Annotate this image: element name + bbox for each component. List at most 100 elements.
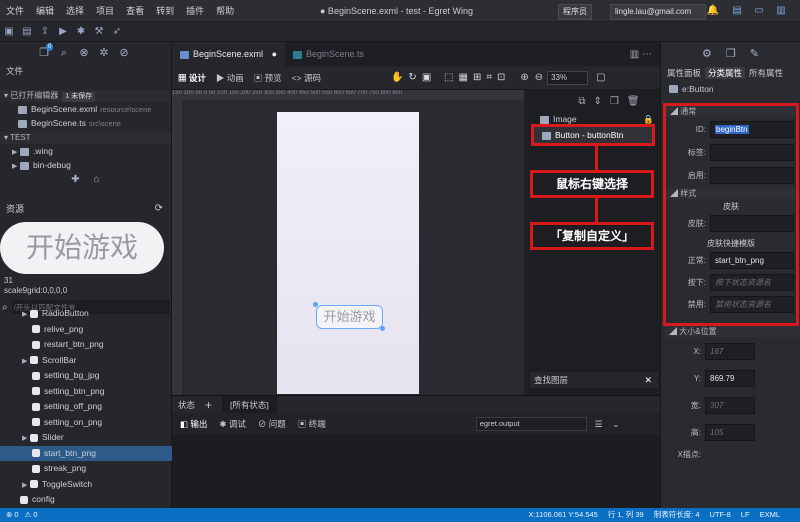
menu-item[interactable]: 编辑 bbox=[30, 0, 60, 22]
resource-item[interactable]: config bbox=[0, 492, 172, 508]
tab-size[interactable]: 制表符长度: 4 bbox=[654, 508, 700, 522]
mode-source[interactable]: <> 源码 bbox=[292, 72, 321, 84]
role-select[interactable]: 程序员 bbox=[558, 4, 592, 20]
tab-property-panel[interactable]: 属性面板 bbox=[667, 67, 701, 79]
normal-skin-field[interactable]: start_btn_png bbox=[710, 252, 794, 269]
properties-icon[interactable]: ⚙ bbox=[702, 47, 712, 60]
layout-left-icon[interactable]: ▤ bbox=[730, 4, 744, 18]
height-field[interactable]: 105 bbox=[705, 424, 755, 441]
mode-design[interactable]: ▦ 设计 bbox=[178, 72, 206, 84]
tree-folder[interactable]: ▶ .wing bbox=[0, 144, 171, 158]
tab-all-properties[interactable]: 所有属性 bbox=[749, 67, 783, 79]
feather-icon[interactable]: ✎ bbox=[750, 47, 759, 60]
chevron-down-icon[interactable]: ⌄ bbox=[612, 419, 619, 430]
resource-item[interactable]: setting_off_png bbox=[0, 399, 172, 415]
layout-right-icon[interactable]: ▥ bbox=[774, 4, 788, 18]
layer-tool-icon[interactable]: ⧉ bbox=[578, 96, 585, 107]
extensions-icon[interactable]: ✲ bbox=[94, 43, 114, 63]
resource-item[interactable]: streak_png bbox=[0, 461, 172, 477]
puzzle-icon[interactable]: ✚ bbox=[71, 174, 79, 185]
debug-view-icon[interactable]: ⊘ bbox=[114, 43, 134, 63]
library-icon[interactable]: ⌂ bbox=[94, 174, 100, 185]
save-icon[interactable]: ▣ bbox=[0, 23, 18, 41]
split-editor-icon[interactable]: ▥ ⋯ bbox=[630, 49, 660, 60]
disabled-skin-field[interactable]: 禁用状态资源名 bbox=[710, 296, 794, 313]
menu-item[interactable]: 文件 bbox=[0, 0, 30, 22]
add-state-icon[interactable]: + bbox=[205, 398, 212, 412]
stage[interactable] bbox=[277, 112, 419, 394]
mode-animation[interactable]: ▶ 动画 bbox=[216, 72, 244, 84]
y-field[interactable]: 869.79 bbox=[705, 370, 755, 387]
menu-item[interactable]: 项目 bbox=[90, 0, 120, 22]
menu-item[interactable]: 帮助 bbox=[210, 0, 240, 22]
line-ending[interactable]: LF bbox=[741, 508, 750, 522]
tab-beginscene-ts[interactable]: BeginScene.ts bbox=[285, 42, 372, 66]
tab-category-properties[interactable]: 分类属性 bbox=[705, 67, 746, 79]
mode-preview[interactable]: ▣ 预览 bbox=[254, 72, 282, 84]
language-mode[interactable]: EXML bbox=[760, 508, 780, 522]
selection-handle[interactable] bbox=[313, 302, 318, 307]
project-header[interactable]: ▾ TEST bbox=[0, 132, 171, 144]
menu-item[interactable]: 查看 bbox=[120, 0, 150, 22]
encoding[interactable]: UTF-8 bbox=[710, 508, 731, 522]
section-style[interactable]: ◢ 样式 bbox=[666, 188, 796, 199]
zoom-select[interactable]: 33% bbox=[547, 70, 589, 85]
section-general[interactable]: ◢ 通常 bbox=[666, 106, 796, 117]
layer-button-selected[interactable]: Button - buttonBtn bbox=[531, 124, 655, 146]
id-field[interactable]: beginBtn bbox=[710, 121, 794, 138]
resource-item[interactable]: setting_btn_png bbox=[0, 384, 172, 400]
width-field[interactable]: 307 bbox=[705, 397, 755, 414]
publish-icon[interactable]: ⇪ bbox=[36, 23, 54, 41]
menu-item[interactable]: 插件 bbox=[180, 0, 210, 22]
zoom-in-icon[interactable]: ⊕ bbox=[520, 72, 528, 83]
menu-item[interactable]: 选择 bbox=[60, 0, 90, 22]
layer-tool-icon[interactable]: ⇕ bbox=[594, 96, 602, 107]
resource-item[interactable]: start_btn_png bbox=[0, 445, 172, 461]
skin-field[interactable] bbox=[710, 215, 794, 232]
enabled-field[interactable] bbox=[710, 167, 794, 184]
bell-icon[interactable]: 🔔 bbox=[706, 4, 720, 18]
resource-item[interactable]: ▶ ToggleSwitch bbox=[0, 477, 172, 493]
copy-icon[interactable]: ❐ bbox=[610, 96, 619, 107]
delete-icon[interactable]: 🗑 bbox=[627, 96, 640, 107]
tab-beginscene-exml[interactable]: BeginScene.exml ● bbox=[172, 42, 285, 66]
debug-icon[interactable]: ✱ bbox=[72, 23, 90, 41]
resource-item[interactable]: ▶ ScrollBar bbox=[0, 353, 172, 369]
close-icon[interactable]: ✕ bbox=[644, 375, 652, 386]
tab-problems[interactable]: ⊘ 问题 bbox=[258, 418, 286, 430]
warnings-count[interactable]: ⚠ 0 bbox=[25, 508, 38, 522]
zoom-out-icon[interactable]: ⊖ bbox=[535, 72, 543, 83]
open-file-item[interactable]: BeginScene.exml resource\scene bbox=[0, 102, 171, 116]
tree-folder[interactable]: ▶ bin-debug bbox=[0, 158, 171, 172]
resource-item[interactable]: ▶ Slider bbox=[0, 430, 172, 446]
build-icon[interactable]: ⚒ bbox=[90, 23, 108, 41]
save-all-icon[interactable]: ▤ bbox=[18, 23, 36, 41]
resource-item[interactable]: restart_btn_png bbox=[0, 337, 172, 353]
output-channel-select[interactable]: egret.output bbox=[475, 417, 587, 431]
run-icon[interactable]: ▶ bbox=[54, 23, 72, 41]
git-icon[interactable]: ⊗ bbox=[74, 43, 94, 63]
launch-icon[interactable]: ➶ bbox=[108, 23, 126, 41]
line-column[interactable]: 行 1, 列 39 bbox=[608, 508, 644, 522]
stage-start-button[interactable]: 开始游戏 bbox=[316, 305, 383, 329]
resource-item[interactable]: ▶ RadioButton bbox=[0, 306, 172, 322]
book-icon[interactable]: ❒ bbox=[726, 47, 736, 60]
layout-bottom-icon[interactable]: ▭ bbox=[752, 4, 766, 18]
selection-handle[interactable] bbox=[380, 326, 385, 331]
refresh-icon[interactable]: ⟳ bbox=[155, 203, 163, 214]
tab-terminal[interactable]: ▣ 终端 bbox=[298, 418, 326, 430]
errors-count[interactable]: ⊗ 0 bbox=[6, 508, 19, 522]
open-file-item[interactable]: BeginScene.ts src\scene bbox=[0, 116, 171, 130]
down-skin-field[interactable]: 按下状态资源名 bbox=[710, 274, 794, 291]
design-tools[interactable]: ✋↻▣ ⬚▦⊞⌗⊡ bbox=[391, 72, 510, 83]
resource-item[interactable]: relive_png bbox=[0, 322, 172, 338]
search-icon[interactable]: ⌕ bbox=[54, 43, 74, 63]
section-size[interactable]: ◢ 大小&位置 bbox=[665, 326, 800, 337]
tab-debug[interactable]: ✱ 调试 bbox=[219, 418, 246, 430]
fit-icon[interactable]: ▢ bbox=[596, 72, 605, 83]
x-field[interactable]: 167 bbox=[705, 343, 755, 360]
account-email[interactable]: lingle.lau@gmail.com bbox=[610, 4, 706, 20]
tab-output[interactable]: ◧ 输出 bbox=[180, 418, 207, 430]
resource-item[interactable]: setting_on_png bbox=[0, 415, 172, 431]
resource-item[interactable]: setting_bg_jpg bbox=[0, 368, 172, 384]
